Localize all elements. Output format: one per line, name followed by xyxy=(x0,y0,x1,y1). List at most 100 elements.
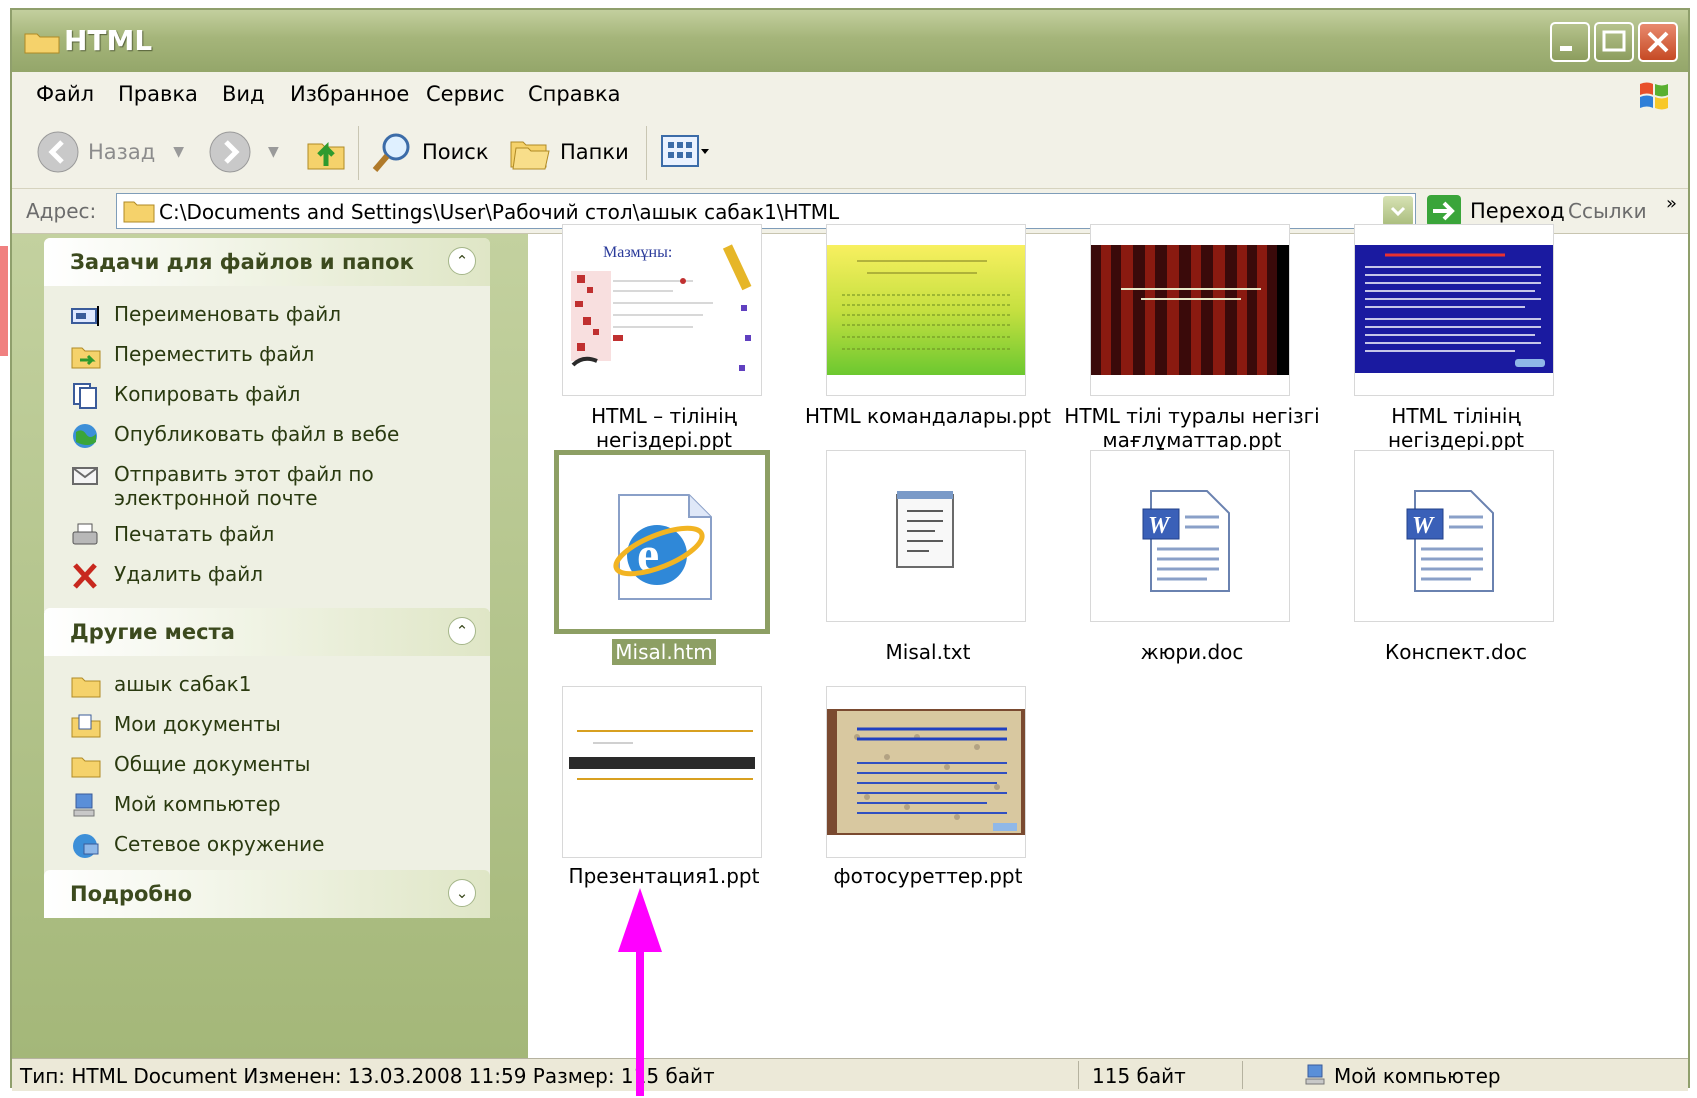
address-dropdown-button[interactable] xyxy=(1383,196,1413,226)
folders-label: Папки xyxy=(560,140,629,164)
place-shared-documents[interactable]: Общие документы xyxy=(44,746,490,786)
go-arrow-icon xyxy=(1427,195,1461,227)
ppt-thumbnail xyxy=(826,224,1026,396)
computer-icon xyxy=(73,793,95,817)
forward-button[interactable]: ▼ xyxy=(208,130,279,174)
folders-icon xyxy=(510,141,550,170)
word-doc-icon: W xyxy=(1354,450,1554,622)
task-label: Удалить файл xyxy=(114,562,263,586)
task-move[interactable]: Переместить файл xyxy=(44,336,490,376)
back-dropdown-icon[interactable]: ▼ xyxy=(173,144,184,160)
folder-icon xyxy=(123,201,155,223)
address-label: Адрес: xyxy=(26,199,97,223)
task-print[interactable]: Печатать файл xyxy=(44,516,490,556)
file-name: Misal.txt xyxy=(885,640,971,664)
tasks-panel: Задачи для файлов и папок ⌃ Переименоват… xyxy=(44,238,490,612)
forward-dropdown-icon[interactable]: ▼ xyxy=(268,144,279,160)
go-label: Переход xyxy=(1470,199,1565,223)
tasks-panel-title: Задачи для файлов и папок xyxy=(70,250,414,274)
explorer-window: HTML Файл Правка Вид Избранное Сервис Сп… xyxy=(10,8,1690,1091)
address-path: C:\Documents and Settings\User\Рабочий с… xyxy=(159,200,840,224)
chevron-down-icon xyxy=(1390,206,1406,217)
status-separator xyxy=(1078,1061,1079,1089)
file-name: фотосуреттер.ppt xyxy=(833,864,1023,888)
place-my-documents[interactable]: Мои документы xyxy=(44,706,490,746)
places-panel-header[interactable]: Другие места ⌃ xyxy=(44,608,490,656)
back-button[interactable]: Назад ▼ xyxy=(36,130,184,174)
menu-file[interactable]: Файл xyxy=(36,82,94,106)
notepad-icon xyxy=(826,450,1026,622)
collapse-up-icon[interactable]: ⌃ xyxy=(448,247,476,275)
file-name: HTML командалары.ppt xyxy=(805,404,1051,428)
up-folder-button[interactable] xyxy=(304,130,348,174)
maximize-button[interactable] xyxy=(1594,22,1634,62)
folder-icon xyxy=(71,677,101,698)
views-icon xyxy=(661,135,709,167)
file-name-selected: Misal.htm xyxy=(528,639,800,665)
menu-view[interactable]: Вид xyxy=(222,82,265,106)
file-name: Презентация1.ppt xyxy=(568,864,760,888)
folder-icon xyxy=(71,757,101,778)
task-label: Копировать файл xyxy=(114,382,301,406)
network-icon xyxy=(73,834,99,858)
word-doc-icon: W xyxy=(1090,450,1290,622)
windows-logo-icon xyxy=(1640,82,1668,110)
delete-icon xyxy=(73,563,97,589)
folders-button[interactable]: Папки xyxy=(508,130,629,174)
copy-icon xyxy=(73,383,97,409)
left-edge-marker xyxy=(0,246,8,356)
tasks-panel-header[interactable]: Задачи для файлов и папок ⌃ xyxy=(44,238,490,286)
search-button[interactable]: Поиск xyxy=(370,130,489,174)
rename-icon xyxy=(71,306,99,326)
ppt-thumbnail xyxy=(1090,224,1290,396)
task-pane: Задачи для файлов и папок ⌃ Переименоват… xyxy=(12,234,528,1058)
task-email[interactable]: Отправить этот файл по электронной почте xyxy=(44,456,490,516)
toolbar-separator xyxy=(358,126,359,180)
status-size: 115 байт xyxy=(1092,1064,1186,1088)
menu-edit[interactable]: Правка xyxy=(118,82,198,106)
task-label: Переместить файл xyxy=(114,342,315,366)
menu-bar: Файл Правка Вид Избранное Сервис Справка xyxy=(12,72,1688,117)
collapse-up-icon[interactable]: ⌃ xyxy=(448,617,476,645)
email-icon xyxy=(72,467,98,485)
file-name: HTML – тілінің негіздері.ppt xyxy=(591,404,737,452)
task-label: Печатать файл xyxy=(114,522,275,546)
file-name: жюри.doc xyxy=(1140,640,1244,664)
annotation-arrow-icon xyxy=(618,888,662,1096)
task-rename[interactable]: Переименовать файл xyxy=(44,296,490,336)
task-delete[interactable]: Удалить файл xyxy=(44,556,490,596)
close-button[interactable] xyxy=(1638,22,1678,62)
links-label[interactable]: Ссылки xyxy=(1568,199,1647,223)
title-bar[interactable]: HTML xyxy=(12,10,1688,72)
places-panel-title: Другие места xyxy=(70,620,235,644)
place-ashyk-sabak[interactable]: ашык сабак1 xyxy=(44,666,490,706)
menu-favorites[interactable]: Избранное xyxy=(290,82,409,106)
computer-icon xyxy=(1305,1064,1325,1085)
task-publish-web[interactable]: Опубликовать файл в вебе xyxy=(44,416,490,456)
place-network[interactable]: Сетевое окружение xyxy=(44,826,490,866)
status-bar: Тип: HTML Document Изменен: 13.03.2008 1… xyxy=(12,1058,1688,1091)
expand-down-icon[interactable]: ⌄ xyxy=(448,879,476,907)
places-panel: Другие места ⌃ ашык сабак1 Мои документы… xyxy=(44,608,490,882)
file-view: Мазмұны: HTML – тілінің негіздері.ppt HT… xyxy=(528,224,1688,1058)
place-label: Мой компьютер xyxy=(114,792,281,816)
menu-help[interactable]: Справка xyxy=(528,82,621,106)
status-separator xyxy=(1242,1061,1243,1089)
up-folder-icon xyxy=(307,141,345,170)
folder-icon xyxy=(24,33,60,54)
forward-arrow-icon xyxy=(209,131,251,173)
place-label: Сетевое окружение xyxy=(114,832,325,856)
details-panel-header[interactable]: Подробно ⌄ xyxy=(44,870,490,918)
toolbar-separator xyxy=(646,126,647,180)
menu-tools[interactable]: Сервис xyxy=(426,82,504,106)
task-copy[interactable]: Копировать файл xyxy=(44,376,490,416)
file-name: HTML тілі туралы негізгі мағлұматтар.ppt xyxy=(1064,404,1320,452)
move-icon xyxy=(71,347,101,369)
task-label: Опубликовать файл в вебе xyxy=(114,422,400,446)
print-icon xyxy=(72,523,98,545)
minimize-button[interactable] xyxy=(1550,22,1590,62)
place-my-computer[interactable]: Мой компьютер xyxy=(44,786,490,826)
views-button[interactable] xyxy=(660,130,710,174)
links-chevron-icon[interactable]: » xyxy=(1666,193,1677,214)
back-label: Назад xyxy=(88,140,156,164)
